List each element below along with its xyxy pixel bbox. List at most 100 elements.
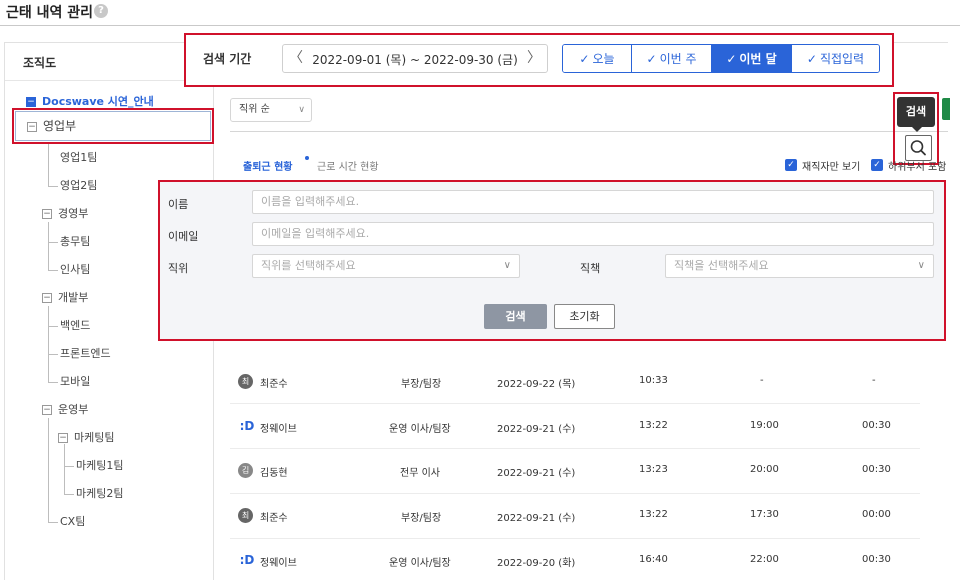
chevron-right-icon[interactable]: 〉 — [525, 47, 543, 69]
date-range-text[interactable]: 2022-09-01 (목) ~ 2022-09-30 (금) — [309, 51, 521, 68]
tree-item-management[interactable]: − 경영부 — [42, 206, 88, 222]
check-icon: ✓ — [806, 51, 817, 66]
avatar: 김 — [238, 463, 253, 478]
row-date: 2022-09-21 (수) — [497, 424, 576, 435]
period-label: 이번 달 — [739, 52, 777, 66]
chevron-down-icon: ∨ — [503, 260, 511, 271]
row-position: 운영 이사/팀장 — [389, 424, 451, 435]
table-row[interactable]: :D 정웨이브 운영 이사/팀장 2022-09-20 (화) 16:40 22… — [230, 539, 920, 584]
tab-attendance[interactable]: 출퇴근 현황 — [243, 158, 292, 173]
tree-line — [48, 222, 49, 270]
table-row[interactable]: 최 최준수 부장/팀장 2022-09-22 (목) 10:33 - - — [230, 359, 920, 404]
include-sub-checkbox[interactable]: ✓ — [871, 159, 883, 171]
check-icon: ✓ — [726, 51, 737, 66]
tree-item-frontend[interactable]: 프론트엔드 — [60, 346, 111, 362]
name-input[interactable]: 이름을 입력해주세요. — [252, 190, 934, 214]
tree-line — [64, 466, 74, 467]
tree-item-mobile[interactable]: 모바일 — [60, 374, 90, 390]
row-extra: 00:30 — [862, 464, 891, 475]
row-clock-in: 10:33 — [639, 375, 668, 386]
period-today-button[interactable]: ✓ 오늘 — [563, 45, 632, 72]
tree-item-label: 운영부 — [58, 403, 89, 416]
tree-item-hr[interactable]: 인사팀 — [60, 262, 90, 278]
chevron-down-icon: ∨ — [298, 105, 305, 115]
chevron-down-icon: ∨ — [917, 260, 925, 271]
help-icon[interactable]: ? — [94, 4, 108, 18]
row-name: 정웨이브 — [260, 558, 297, 569]
sort-select[interactable]: 직위 순 ∨ — [230, 98, 312, 122]
collapse-icon[interactable]: − — [42, 209, 52, 219]
avatar: 최 — [238, 508, 253, 523]
collapse-icon[interactable]: − — [42, 293, 52, 303]
highlight-selected-dept — [12, 108, 214, 144]
avatar: 최 — [238, 374, 253, 389]
period-label: 오늘 — [592, 52, 615, 66]
tree-line — [48, 354, 58, 355]
tree-item-development[interactable]: − 개발부 — [42, 290, 88, 306]
tree-line — [64, 444, 65, 494]
employed-only-checkbox[interactable]: ✓ — [785, 159, 797, 171]
row-date: 2022-09-21 (수) — [497, 513, 576, 524]
tab-worktime[interactable]: 근로 시간 현황 — [317, 158, 379, 173]
period-custom-button[interactable]: ✓ 직접입력 — [792, 45, 879, 72]
tree-line — [48, 306, 49, 382]
tree-item-marketing1[interactable]: 마케팅1팀 — [76, 458, 123, 474]
tree-item-sales1[interactable]: 영업1팀 — [60, 150, 97, 166]
title-divider — [0, 25, 960, 26]
row-position: 부장/팀장 — [401, 513, 442, 524]
search-submit-button[interactable]: 검색 — [484, 304, 547, 329]
row-name: 최준수 — [260, 513, 288, 524]
position-select-placeholder: 직위를 선택해주세요 — [261, 259, 356, 272]
tree-item-cx[interactable]: CX팀 — [60, 514, 85, 530]
email-label: 이메일 — [168, 230, 199, 243]
table-row[interactable]: 최 최준수 부장/팀장 2022-09-21 (수) 13:22 17:30 0… — [230, 494, 920, 539]
role-label: 직책 — [580, 262, 601, 275]
search-panel: 이름 이름을 입력해주세요. 이메일 이메일을 입력해주세요. 직위 직위를 선… — [158, 180, 946, 341]
tree-item-operations[interactable]: − 운영부 — [42, 402, 88, 418]
tree-item-backend[interactable]: 백엔드 — [60, 318, 90, 334]
tree-line — [48, 382, 58, 383]
row-name: 정웨이브 — [260, 424, 297, 435]
tree-line — [64, 494, 74, 495]
period-this-month-button[interactable]: ✓ 이번 달 — [712, 45, 792, 72]
reset-button[interactable]: 초기화 — [554, 304, 615, 329]
table-row[interactable]: 김 김동현 전무 이사 2022-09-21 (수) 13:23 20:00 0… — [230, 449, 920, 494]
tree-line — [48, 144, 49, 186]
tree-line — [48, 326, 58, 327]
tree-item-sales2[interactable]: 영업2팀 — [60, 178, 97, 194]
tree-item-marketing[interactable]: − 마케팅팀 — [58, 430, 114, 446]
row-date: 2022-09-22 (목) — [497, 379, 576, 390]
sidebar-title: 조직도 — [23, 56, 57, 70]
row-name: 김동현 — [260, 468, 288, 479]
collapse-icon[interactable]: − — [42, 405, 52, 415]
collapse-icon[interactable]: − — [58, 433, 68, 443]
row-position: 운영 이사/팀장 — [389, 558, 451, 569]
name-label: 이름 — [168, 198, 189, 211]
row-name: 최준수 — [260, 379, 288, 390]
sidebar-header: 조직도 — [5, 43, 213, 81]
row-date: 2022-09-21 (수) — [497, 468, 576, 479]
tree-item-label: 경영부 — [58, 207, 89, 220]
position-label: 직위 — [168, 262, 189, 275]
active-tab-dot — [305, 156, 309, 160]
row-clock-in: 13:22 — [639, 420, 668, 431]
row-extra: - — [872, 375, 876, 386]
tree-item-marketing2[interactable]: 마케팅2팀 — [76, 486, 123, 502]
row-clock-out: 22:00 — [750, 554, 779, 565]
tree-item-label: 개발부 — [58, 291, 89, 304]
email-input[interactable]: 이메일을 입력해주세요. — [252, 222, 934, 246]
row-clock-out: 17:30 — [750, 509, 779, 520]
excel-download-button[interactable] — [942, 98, 950, 120]
period-this-week-button[interactable]: ✓ 이번 주 — [632, 45, 712, 72]
tree-line — [48, 522, 58, 523]
row-extra: 00:30 — [862, 420, 891, 431]
row-clock-in: 13:23 — [639, 464, 668, 475]
collapse-icon[interactable]: − — [26, 97, 36, 107]
tree-item-general-affairs[interactable]: 총무팀 — [60, 234, 90, 250]
check-icon: ✓ — [646, 51, 657, 66]
role-select[interactable]: 직책을 선택해주세요 ∨ — [665, 254, 934, 278]
chevron-left-icon[interactable]: 〈 — [287, 47, 305, 69]
table-row[interactable]: :D 정웨이브 운영 이사/팀장 2022-09-21 (수) 13:22 19… — [230, 404, 920, 449]
row-clock-out: 19:00 — [750, 420, 779, 431]
position-select[interactable]: 직위를 선택해주세요 ∨ — [252, 254, 520, 278]
